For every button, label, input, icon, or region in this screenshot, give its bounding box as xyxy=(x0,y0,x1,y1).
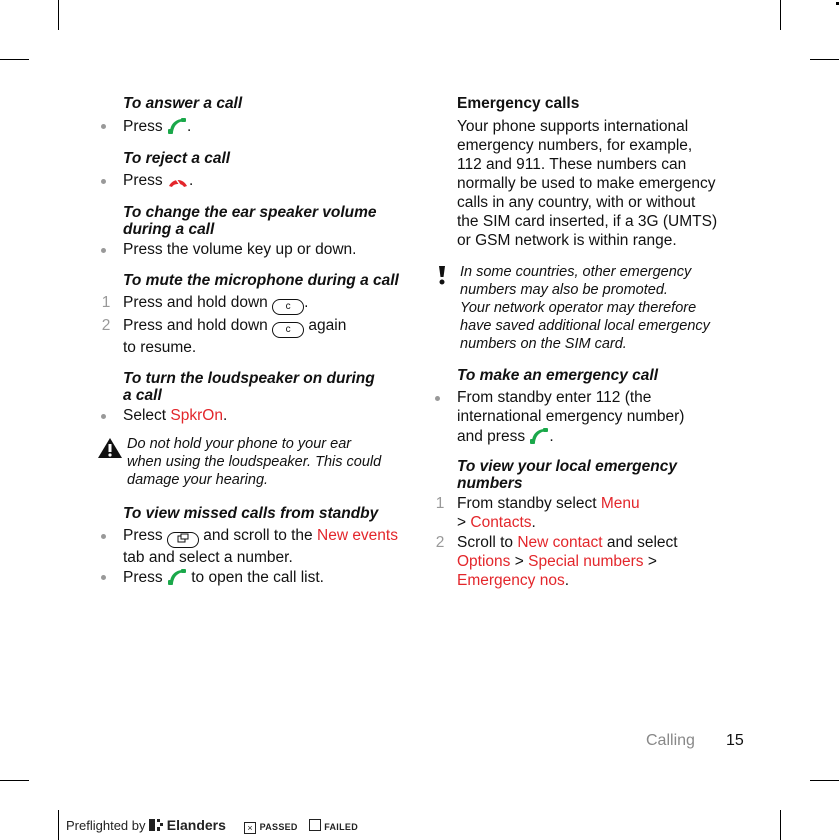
c-key-icon: c xyxy=(272,299,305,315)
heading-answer-call: To answer a call xyxy=(123,95,243,112)
call-answer-icon xyxy=(530,428,549,444)
heading-make-emergency-call: To make an emergency call xyxy=(457,367,659,384)
bullet-icon xyxy=(101,414,106,419)
crop-mark xyxy=(810,780,839,781)
heading-missed-calls: To view missed calls from standby xyxy=(123,505,379,522)
contacts-link: Contacts xyxy=(470,514,532,531)
crop-mark xyxy=(780,810,781,840)
crop-mark xyxy=(58,0,59,30)
crop-mark xyxy=(0,780,29,781)
menu-link: Menu xyxy=(600,495,640,512)
list-item: Press and scroll to the New events tab a… xyxy=(101,526,423,567)
intro-paragraph: Your phone supports international emerge… xyxy=(457,118,718,249)
activity-key-icon xyxy=(166,532,199,548)
heading-loudspeaker: To turn the loudspeaker on during a call xyxy=(123,370,375,404)
bullet-icon xyxy=(101,575,106,580)
special-numbers-link: Special numbers xyxy=(528,553,644,570)
failed-checkbox xyxy=(308,819,321,831)
heading-reject-call: To reject a call xyxy=(123,150,231,167)
list-item: Press to open the call list. xyxy=(101,567,423,587)
right-column: Emergency calls Your phone supports inte… xyxy=(435,95,757,590)
crop-mark xyxy=(810,59,839,60)
bullet-icon xyxy=(101,124,106,129)
call-end-icon xyxy=(168,178,187,187)
list-item: 2 Scroll to New contact and select Optio… xyxy=(435,534,678,589)
menu-option-spkron: SpkrOn xyxy=(170,407,223,424)
tab-new-events: New events xyxy=(317,527,398,544)
bullet-icon xyxy=(101,179,106,184)
warning-note: Do not hold your phone to your ear when … xyxy=(98,435,423,489)
list-item: From standby enter 112 (the internationa… xyxy=(435,388,757,446)
left-column: To answer a call Press . To reject a cal… xyxy=(98,95,423,587)
list-item: Select SpkrOn. xyxy=(101,406,423,425)
call-answer-icon xyxy=(167,118,186,134)
crop-mark xyxy=(0,59,29,60)
warning-icon xyxy=(98,438,122,458)
list-item: 1 Press and hold down c. xyxy=(102,293,423,315)
exclamation-icon xyxy=(439,266,445,285)
options-link: Options xyxy=(457,553,511,570)
page-number: 15 xyxy=(726,732,744,749)
list-item: Press . xyxy=(101,171,423,190)
footer-section: Calling xyxy=(646,732,695,749)
list-item: Press . xyxy=(101,116,423,136)
list-item: 2 Press and hold down c again to resume. xyxy=(101,317,347,356)
new-contact-link: New contact xyxy=(517,534,603,551)
crop-mark xyxy=(780,0,781,30)
heading-mute: To mute the microphone during a call xyxy=(123,272,399,289)
passed-checkbox: × xyxy=(243,822,256,834)
bullet-icon xyxy=(101,534,106,539)
call-answer-icon xyxy=(167,569,186,585)
heading-volume: To change the ear speaker volume during … xyxy=(123,204,377,238)
heading-local-emergency: To view your local emergency numbers xyxy=(457,458,677,492)
elanders-logo-icon xyxy=(149,819,164,831)
crop-mark xyxy=(58,810,59,840)
list-item: Press the volume key up or down. xyxy=(101,240,423,259)
emergency-nos-link: Emergency nos xyxy=(457,572,565,589)
c-key-icon: c xyxy=(272,322,305,338)
preflight-stamp: Preflighted by Elanders × PASSED FAILED xyxy=(66,817,359,834)
section-title: Emergency calls xyxy=(457,95,580,112)
info-note: In some countries, other emergency numbe… xyxy=(439,263,757,353)
bullet-icon xyxy=(101,248,106,253)
list-item: 1 From standby select Menu > Contacts. xyxy=(435,495,640,531)
bullet-icon xyxy=(435,396,440,401)
